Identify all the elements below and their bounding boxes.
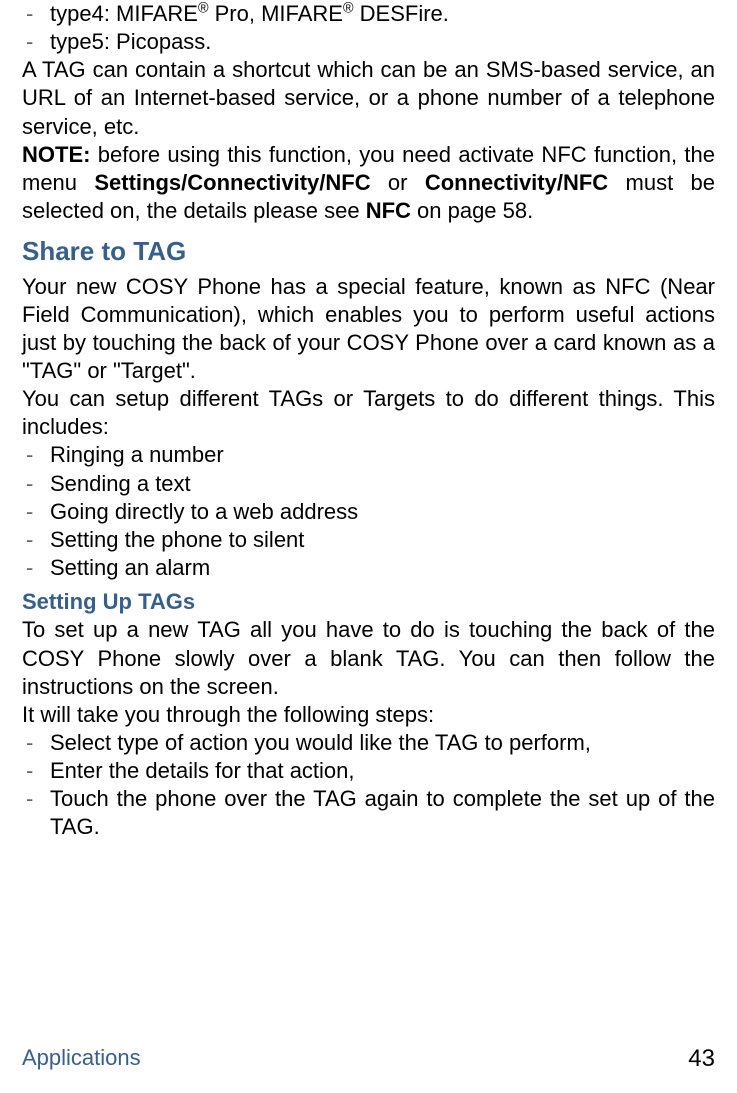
bullet-dash: -: [26, 498, 50, 526]
list-text: Setting the phone to silent: [50, 526, 715, 554]
paragraph: To set up a new TAG all you have to do i…: [22, 616, 715, 700]
bullet-dash: -: [26, 554, 50, 582]
bullet-dash: -: [26, 470, 50, 498]
heading-share-to-tag: Share to TAG: [22, 235, 715, 268]
bullet-dash: -: [26, 0, 50, 28]
list-text: type5: Picopass.: [50, 28, 715, 56]
list-text: Ringing a number: [50, 441, 715, 469]
list-item: - Enter the details for that action,: [26, 757, 715, 785]
page-content: - type4: MIFARE® Pro, MIFARE® DESFire. -…: [22, 0, 715, 842]
bullet-dash: -: [26, 785, 50, 841]
list-item: - Select type of action you would like t…: [26, 729, 715, 757]
list-text: Setting an alarm: [50, 554, 715, 582]
paragraph: It will take you through the following s…: [22, 701, 715, 729]
bullet-dash: -: [26, 757, 50, 785]
note-paragraph: NOTE: before using this function, you ne…: [22, 141, 715, 225]
bullet-dash: -: [26, 526, 50, 554]
paragraph: A TAG can contain a shortcut which can b…: [22, 56, 715, 140]
list-item: - Ringing a number: [26, 441, 715, 469]
list-item: - Setting an alarm: [26, 554, 715, 582]
page-number: 43: [688, 1044, 715, 1075]
list-text: Sending a text: [50, 470, 715, 498]
list-text: Going directly to a web address: [50, 498, 715, 526]
bullet-dash: -: [26, 441, 50, 469]
bullet-dash: -: [26, 28, 50, 56]
list-item: - Sending a text: [26, 470, 715, 498]
list-item: - type4: MIFARE® Pro, MIFARE® DESFire.: [26, 0, 715, 28]
list-text: Select type of action you would like the…: [50, 729, 715, 757]
list-text: Touch the phone over the TAG again to co…: [50, 785, 715, 841]
paragraph: Your new COSY Phone has a special featur…: [22, 273, 715, 386]
list-text: type4: MIFARE® Pro, MIFARE® DESFire.: [50, 0, 715, 28]
bullet-dash: -: [26, 729, 50, 757]
list-item: - type5: Picopass.: [26, 28, 715, 56]
list-text: Enter the details for that action,: [50, 757, 715, 785]
list-item: - Setting the phone to silent: [26, 526, 715, 554]
footer-section-title: Applications: [22, 1044, 141, 1075]
paragraph: You can setup different TAGs or Targets …: [22, 385, 715, 441]
list-item: - Going directly to a web address: [26, 498, 715, 526]
list-item: - Touch the phone over the TAG again to …: [26, 785, 715, 841]
subheading-setting-up-tags: Setting Up TAGs: [22, 588, 715, 616]
page-footer: Applications 43: [22, 1044, 715, 1075]
